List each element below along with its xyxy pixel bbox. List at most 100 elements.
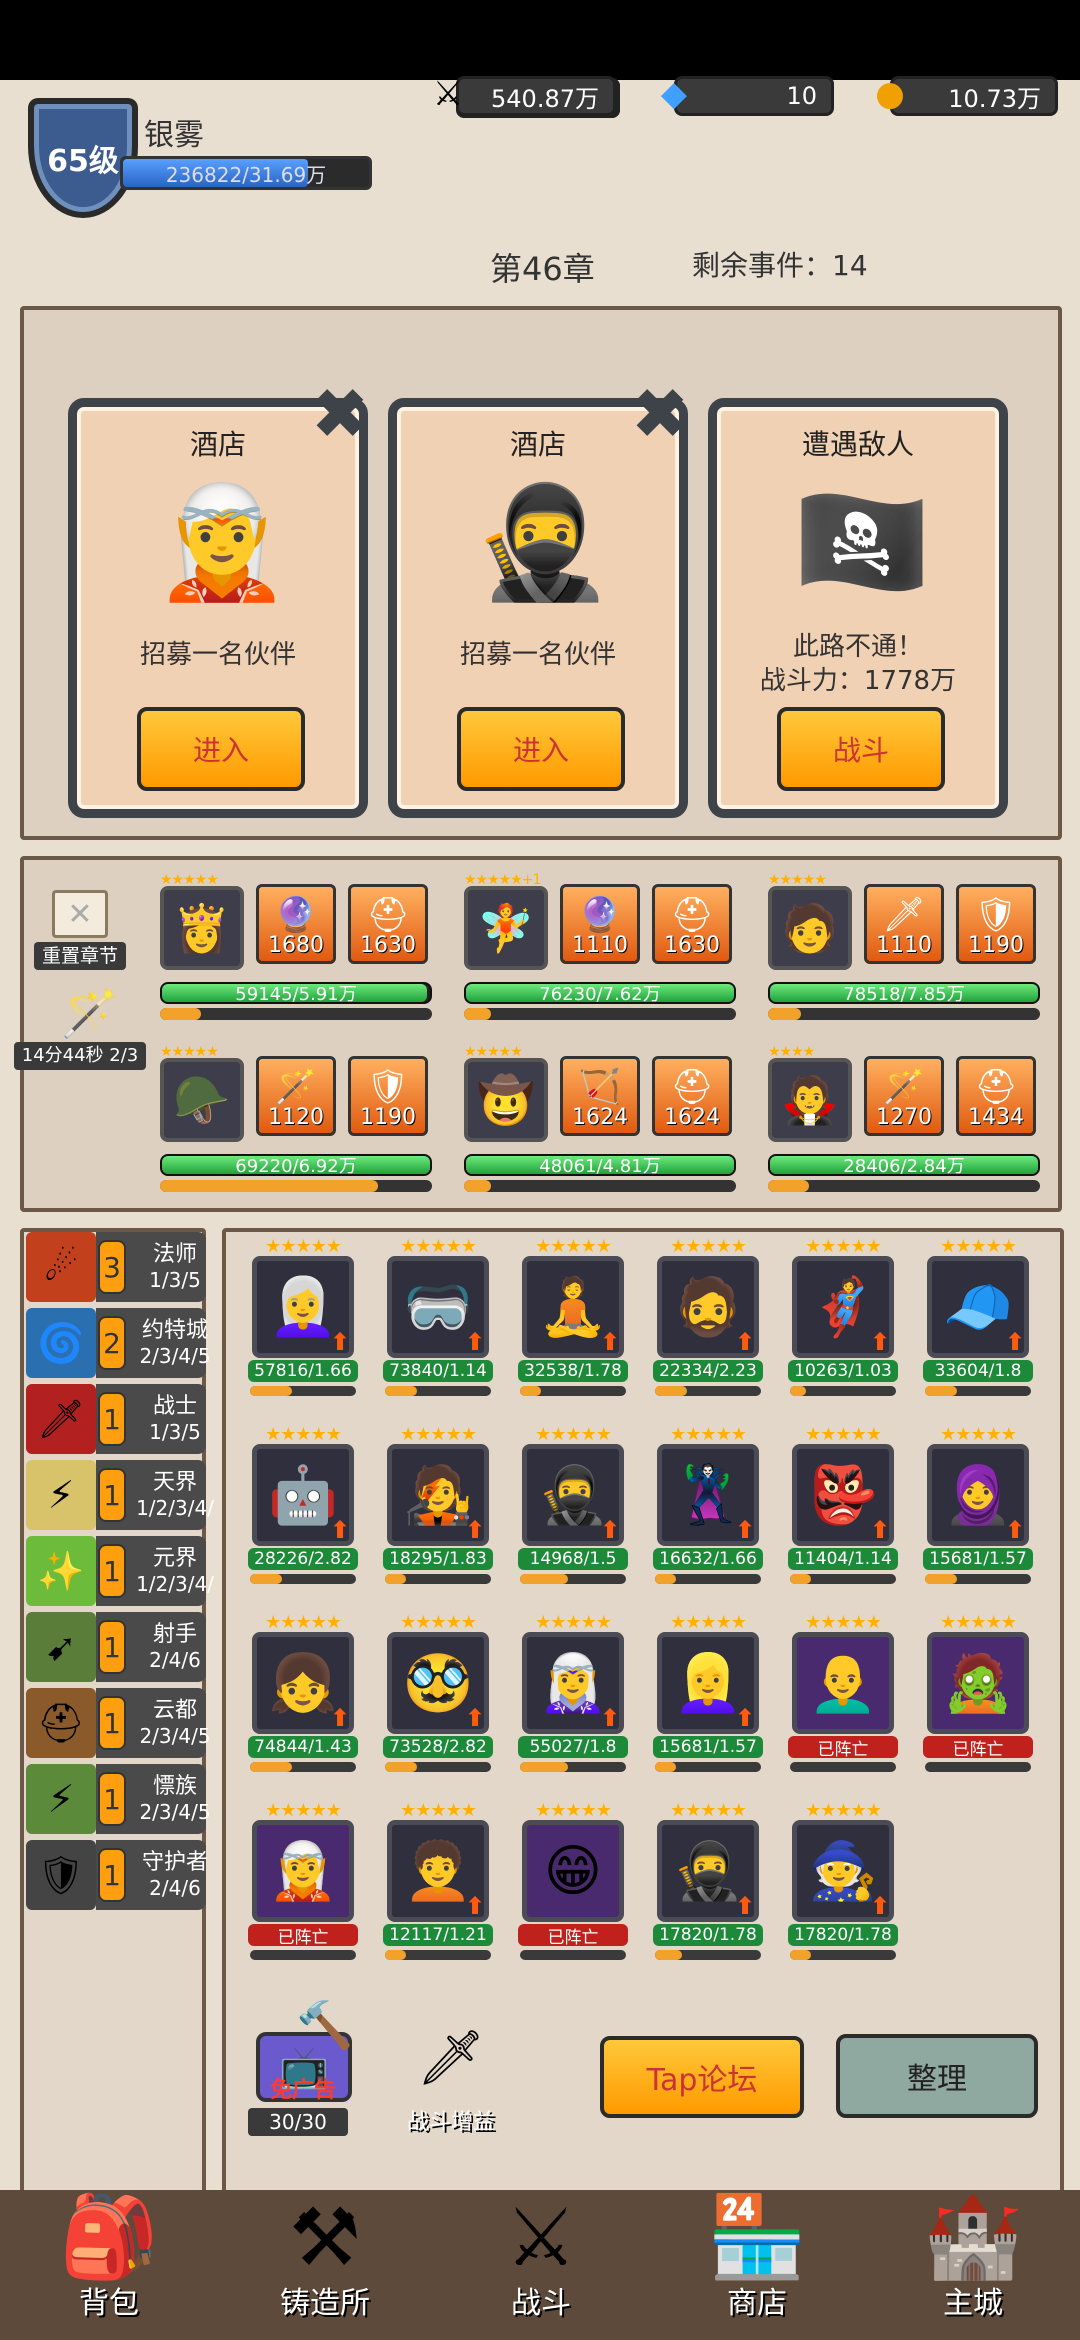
bench-hero[interactable]: ★★★★★ 👨‍🦲 已阵亡	[788, 1612, 898, 1782]
sort-button[interactable]: 整理	[836, 2034, 1038, 2118]
ad-free-label: 免广告	[269, 2078, 336, 2103]
enter-button[interactable]: 进入	[137, 707, 305, 791]
staff-icon: 🪄	[61, 986, 119, 1040]
trait-count: 1	[98, 1392, 126, 1446]
trait-item[interactable]: ⚡ 1 慓族 2/3/4/5	[26, 1764, 211, 1834]
equipment-slot[interactable]: 🗡 1110	[864, 884, 944, 964]
bench-hero[interactable]: ★★★★★ 👧 ⬆ 74844/1.43	[248, 1612, 358, 1782]
energy-bar	[790, 1762, 896, 1772]
bench-hero[interactable]: ★★★★★ 🧑‍🎤 ⬆ 18295/1.83	[383, 1424, 493, 1594]
hero-stars: ★★★★★	[670, 1612, 747, 1633]
gold-group[interactable]: 10.73万 ●	[864, 74, 1064, 146]
bench-hero[interactable]: ★★★★★ 🧝‍♀️ ⬆ 55027/1.8	[518, 1612, 628, 1782]
trait-tiers: 2/4/6	[149, 1648, 201, 1672]
bench-hero[interactable]: ★★★★★ 🧝 已阵亡	[248, 1800, 358, 1970]
bench-hero[interactable]: ★★★★★ 👺 ⬆ 11404/1.14	[788, 1424, 898, 1594]
bench-hero[interactable]: ★★★★★ 🧑‍🦱 ⬆ 12117/1.21	[383, 1800, 493, 1970]
bench-hero[interactable]: ★★★★★ 🧕 ⬆ 15681/1.57	[923, 1424, 1033, 1594]
equipment-power: 1110	[876, 933, 932, 958]
fight-button[interactable]: 战斗	[777, 707, 945, 791]
trait-item[interactable]: 🌀 2 约特城 2/3/4/5	[26, 1308, 211, 1378]
equipment-slot[interactable]: 🪄 1270	[864, 1056, 944, 1136]
energy-bar-fill	[790, 1386, 806, 1396]
energy-bar	[790, 1950, 896, 1960]
bench-hero[interactable]: ★★★★★ 🦹 ⬆ 16632/1.66	[653, 1424, 763, 1594]
nav-item-shop[interactable]: 🏪 商店	[672, 2182, 842, 2322]
equipment-slot[interactable]: ⛑ 1630	[348, 884, 428, 964]
bench-hero[interactable]: ★★★★★ 👱‍♀️ ⬆ 15681/1.57	[653, 1612, 763, 1782]
hp-text: 48061/4.81万	[539, 1156, 661, 1177]
bench-hero[interactable]: ★★★★★ 🥸 ⬆ 73528/2.82	[383, 1612, 493, 1782]
energy-bar-fill	[160, 1008, 201, 1020]
hero-stars: ★★★★★	[265, 1800, 342, 1821]
trait-icon: 🗡	[26, 1384, 96, 1454]
energy-bar	[925, 1386, 1031, 1396]
battle-boost-button[interactable]: 🗡 战斗增益	[396, 2026, 506, 2136]
trait-item[interactable]: 🗡 1 战士 1/3/5	[26, 1384, 206, 1454]
bench-hero[interactable]: ★★★★★ 🥷 ⬆ 17820/1.78	[653, 1800, 763, 1970]
enter-button[interactable]: 进入	[457, 707, 625, 791]
trait-name: 战士	[152, 1394, 197, 1419]
trait-item[interactable]: ⚡ 1 天界 1/2/3/4/	[26, 1460, 214, 1530]
trait-item[interactable]: ☄ 3 法师 1/3/5	[26, 1232, 206, 1302]
close-icon[interactable]: ✖	[628, 379, 692, 449]
nav-item-castle[interactable]: 🏰 主城	[888, 2182, 1058, 2322]
energy-bar-fill	[925, 1574, 957, 1584]
bench-hero[interactable]: ★★★★★ 🤖 ⬆ 28226/2.82	[248, 1424, 358, 1594]
nav-item-anvil[interactable]: ⚒ 铸造所	[240, 2182, 410, 2322]
nav-item-crossed-swords[interactable]: ⚔ 战斗	[456, 2182, 626, 2322]
trait-item[interactable]: ➹ 1 射手 2/4/6	[26, 1612, 206, 1682]
reset-chapter-button[interactable]: ✕ 重置章节	[34, 890, 126, 970]
trait-icon: ☄	[26, 1232, 96, 1302]
trait-count: 1	[98, 1848, 126, 1902]
bench-hero[interactable]: ★★★★★ 🧢 ⬆ 33604/1.8	[923, 1236, 1033, 1406]
bench-hero[interactable]: ★★★★★ 🧙 ⬆ 17820/1.78	[788, 1800, 898, 1970]
equipment-slot[interactable]: ⛑ 1624	[652, 1056, 732, 1136]
bench-hero[interactable]: ★★★★★ 🦸 ⬆ 10263/1.03	[788, 1236, 898, 1406]
equipment-slot[interactable]: ⛑ 1630	[652, 884, 732, 964]
hero-portrait[interactable]: 🧚	[464, 886, 548, 970]
bench-hero[interactable]: ★★★★★ 👩‍🦳 ⬆ 57816/1.66	[248, 1236, 358, 1406]
energy-bar-fill	[655, 1574, 677, 1584]
energy-bar	[385, 1950, 491, 1960]
power-group: 540.87万 ⚔	[422, 74, 622, 146]
hero-hp: 12117/1.21	[383, 1924, 493, 1946]
xp-bar: 236822/31.69万	[120, 156, 372, 190]
bench-hero[interactable]: ★★★★★ 😁 已阵亡	[518, 1800, 628, 1970]
hero-portrait[interactable]: 🧑	[768, 886, 852, 970]
trait-icon: ⛑	[26, 1688, 96, 1758]
equipment-slot[interactable]: 🔮 1680	[256, 884, 336, 964]
hero-hp: 32538/1.78	[518, 1360, 628, 1382]
equipment-slot[interactable]: 🛡 1190	[956, 884, 1036, 964]
close-icon[interactable]: ✖	[308, 379, 372, 449]
gems-group[interactable]: 10 ◆	[648, 74, 838, 146]
bench-hero[interactable]: ★★★★★ 🧟 已阵亡	[923, 1612, 1033, 1782]
hero-stars: ★★★★★	[535, 1800, 612, 1821]
upgrade-arrow-icon: ⬆	[330, 1516, 351, 1544]
hero-portrait[interactable]: 👸	[160, 886, 244, 970]
bench-hero[interactable]: ★★★★★ 🧘 ⬆ 32538/1.78	[518, 1236, 628, 1406]
hero-stars: ★★★★★	[670, 1424, 747, 1445]
nav-item-backpack[interactable]: 🎒 背包	[24, 2182, 194, 2322]
hero-portrait[interactable]: 🧛	[768, 1058, 852, 1142]
tap-forum-button[interactable]: Tap论坛	[600, 2036, 804, 2118]
trait-name: 约特城	[141, 1318, 208, 1343]
equipment-slot[interactable]: 🪄 1120	[256, 1056, 336, 1136]
bench-hero[interactable]: ★★★★★ 🥷 ⬆ 14968/1.5	[518, 1424, 628, 1594]
event-title: 遭遇敌人	[801, 428, 914, 461]
bench-hero[interactable]: ★★★★★ 🥽 ⬆ 73840/1.14	[383, 1236, 493, 1406]
equipment-slot[interactable]: ⛑ 1434	[956, 1056, 1036, 1136]
equipment-power: 1190	[968, 933, 1024, 958]
reset-chapter-label: 重置章节	[34, 942, 126, 970]
bench-hero[interactable]: ★★★★★ 🧔 ⬆ 22334/2.23	[653, 1236, 763, 1406]
equipment-slot[interactable]: 🔮 1110	[560, 884, 640, 964]
equipment-slot[interactable]: 🛡 1190	[348, 1056, 428, 1136]
hero-portrait[interactable]: 🪖	[160, 1058, 244, 1142]
equipment-slot[interactable]: 🏹 1624	[560, 1056, 640, 1136]
trait-count: 3	[98, 1240, 126, 1294]
trait-item[interactable]: ⛑ 1 云都 2/3/4/5	[26, 1688, 211, 1758]
hero-portrait[interactable]: 🤠	[464, 1058, 548, 1142]
trait-item[interactable]: ✨ 1 元界 1/2/3/4/	[26, 1536, 214, 1606]
upgrade-arrow-icon: ⬆	[600, 1516, 621, 1544]
trait-item[interactable]: 🛡 1 守护者 2/4/6	[26, 1840, 208, 1910]
